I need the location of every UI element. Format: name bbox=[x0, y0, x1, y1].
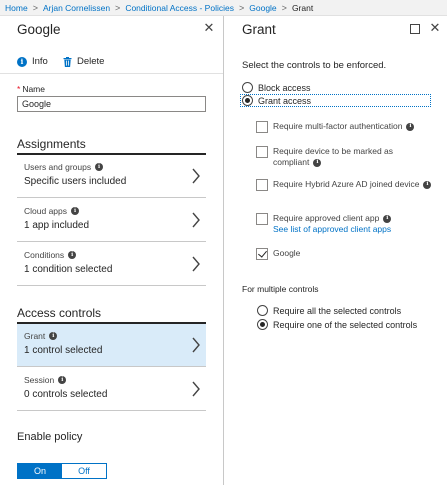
breadcrumb-policies[interactable]: Conditional Access - Policies bbox=[125, 3, 234, 13]
close-icon[interactable]: ✕ bbox=[427, 20, 443, 36]
checkbox-label: Google bbox=[273, 248, 301, 258]
multiple-controls-heading: For multiple controls bbox=[242, 284, 319, 294]
checkbox[interactable] bbox=[256, 213, 268, 225]
info-button[interactable]: i Info bbox=[17, 56, 48, 67]
name-field-label: * Name bbox=[17, 84, 45, 94]
info-icon: i bbox=[313, 158, 322, 167]
chevron-right-icon bbox=[192, 381, 200, 397]
chevron-right-icon bbox=[192, 212, 200, 228]
radio-label: Require one of the selected controls bbox=[273, 319, 418, 330]
checkbox[interactable] bbox=[256, 248, 268, 260]
toggle-on[interactable]: On bbox=[18, 464, 62, 478]
radio-label: Require all the selected controls bbox=[273, 305, 402, 316]
checkbox[interactable] bbox=[256, 121, 268, 133]
control-google[interactable]: Google bbox=[256, 248, 300, 260]
policy-title: Google bbox=[17, 22, 61, 37]
radio-button[interactable] bbox=[257, 319, 268, 330]
delete-button-label: Delete bbox=[77, 56, 105, 67]
name-label-text: Name bbox=[22, 84, 45, 94]
toggle-off[interactable]: Off bbox=[62, 464, 106, 478]
nav-label: Session bbox=[24, 375, 55, 385]
enable-policy-toggle[interactable]: On Off bbox=[17, 463, 107, 479]
control-approved-app[interactable]: Require approved client app i See list of … bbox=[256, 213, 392, 235]
radio-label: Grant access bbox=[258, 95, 312, 106]
checkbox[interactable] bbox=[256, 179, 268, 191]
maximize-icon[interactable] bbox=[410, 24, 420, 34]
delete-button[interactable]: Delete bbox=[63, 56, 104, 67]
radio-button[interactable] bbox=[242, 82, 253, 93]
breadcrumb-home[interactable]: Home bbox=[5, 3, 28, 13]
nav-session[interactable]: Session i 0 controls selected bbox=[17, 368, 206, 411]
checkbox-label: Require multi-factor authentication bbox=[273, 121, 403, 131]
control-mfa[interactable]: Require multi-factor authentication i bbox=[256, 121, 415, 133]
info-icon: i bbox=[17, 56, 27, 67]
nav-grant[interactable]: Grant i 1 control selected bbox=[17, 324, 206, 367]
radio-grant-access[interactable]: Grant access bbox=[242, 95, 311, 106]
chevron-right-icon bbox=[192, 168, 200, 184]
command-bar: i Info Delete bbox=[0, 52, 223, 74]
breadcrumb-separator: > bbox=[32, 2, 38, 13]
breadcrumb-policy[interactable]: Google bbox=[249, 3, 276, 13]
grant-blade: Grant ✕ Select the controls to be enforc… bbox=[225, 16, 447, 485]
policy-blade-header: Google ✕ bbox=[0, 16, 223, 44]
breadcrumb-tenant[interactable]: Arjan Cornelissen bbox=[43, 3, 110, 13]
info-icon: i bbox=[406, 122, 415, 131]
info-icon: i bbox=[383, 214, 392, 223]
radio-require-all[interactable]: Require all the selected controls bbox=[257, 305, 401, 316]
checkbox-label: Require approved client app bbox=[273, 213, 380, 223]
grant-instruction: Select the controls to be enforced. bbox=[242, 60, 387, 71]
nav-users-and-groups[interactable]: Users and groups i Specific users include… bbox=[17, 155, 206, 198]
breadcrumb-current: Grant bbox=[291, 2, 314, 13]
checkbox-label: Require device to be marked as compliant bbox=[273, 146, 394, 167]
control-compliant[interactable]: Require device to be marked as compliant… bbox=[256, 146, 406, 168]
breadcrumb: Home > Arjan Cornelissen > Conditional A… bbox=[0, 0, 447, 16]
radio-button[interactable] bbox=[242, 95, 253, 106]
enable-policy-heading: Enable policy bbox=[17, 431, 83, 443]
approved-apps-link[interactable]: See list of approved client apps bbox=[273, 224, 391, 235]
close-icon[interactable]: ✕ bbox=[201, 20, 217, 36]
nav-value: 0 controls selected bbox=[24, 389, 108, 400]
breadcrumb-separator: > bbox=[281, 2, 287, 13]
name-input[interactable] bbox=[17, 96, 206, 112]
info-icon: i bbox=[95, 163, 104, 171]
grant-title: Grant bbox=[242, 22, 276, 37]
info-icon: i bbox=[49, 332, 58, 340]
trash-icon bbox=[63, 56, 72, 67]
nav-label: Grant bbox=[24, 331, 46, 341]
control-hybrid-aad[interactable]: Require Hybrid Azure AD joined device i bbox=[256, 179, 432, 191]
nav-cloud-apps[interactable]: Cloud apps i 1 app included bbox=[17, 199, 206, 242]
info-icon: i bbox=[68, 251, 77, 259]
info-button-label: Info bbox=[32, 56, 48, 67]
nav-value: 1 app included bbox=[24, 220, 90, 231]
radio-button[interactable] bbox=[257, 305, 268, 316]
nav-label: Users and groups bbox=[24, 162, 92, 172]
nav-value: 1 control selected bbox=[24, 345, 103, 356]
breadcrumb-separator: > bbox=[238, 2, 245, 13]
required-marker: * bbox=[17, 84, 21, 94]
nav-label: Cloud apps bbox=[24, 206, 68, 216]
checkbox[interactable] bbox=[256, 146, 268, 158]
access-controls-heading: Access controls bbox=[17, 306, 102, 320]
policy-blade: Google ✕ i Info Delete *Name Assignments… bbox=[0, 16, 224, 485]
checkbox-label: Require Hybrid Azure AD joined device bbox=[273, 179, 420, 189]
assignments-heading: Assignments bbox=[17, 137, 86, 151]
nav-conditions[interactable]: Conditions i 1 condition selected bbox=[17, 243, 206, 286]
breadcrumb-separator: > bbox=[115, 2, 121, 13]
nav-value: Specific users included bbox=[24, 176, 127, 187]
nav-label: Conditions bbox=[24, 250, 65, 260]
radio-require-one[interactable]: Require one of the selected controls bbox=[257, 319, 417, 330]
radio-label: Block access bbox=[258, 82, 311, 93]
info-icon: i bbox=[71, 207, 80, 215]
info-icon: i bbox=[58, 376, 67, 384]
info-icon: i bbox=[423, 180, 432, 189]
nav-value: 1 condition selected bbox=[24, 264, 113, 275]
radio-block-access[interactable]: Block access bbox=[242, 82, 311, 93]
chevron-right-icon bbox=[192, 337, 200, 353]
chevron-right-icon bbox=[192, 256, 200, 272]
